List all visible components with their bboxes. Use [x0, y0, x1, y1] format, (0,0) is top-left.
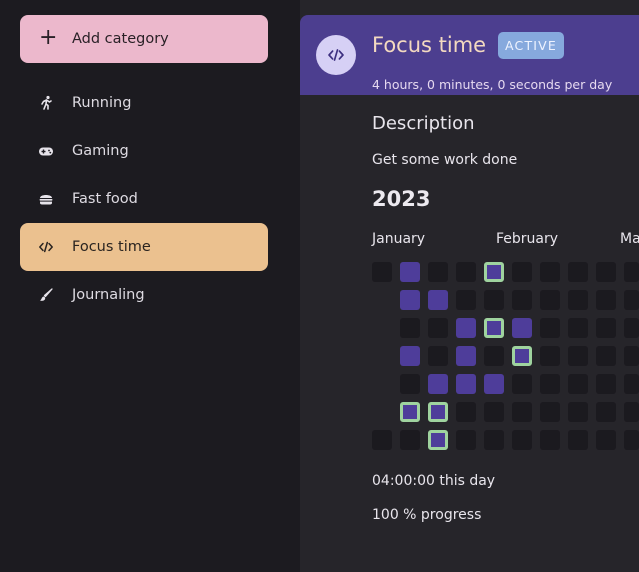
calendar-day-cell[interactable] [400, 374, 420, 394]
add-category-button[interactable]: + Add category [20, 15, 268, 63]
month-label-january: January [372, 231, 426, 247]
calendar-day-cell[interactable] [596, 346, 616, 366]
calendar-day-cell[interactable] [568, 318, 588, 338]
sidebar-item-label: Running [72, 95, 132, 111]
calendar-day-cell[interactable] [456, 346, 476, 366]
calendar-day-cell[interactable] [540, 318, 560, 338]
calendar-day-cell[interactable] [596, 290, 616, 310]
sidebar-item-gaming[interactable]: Gaming [20, 127, 268, 175]
calendar-day-cell[interactable] [596, 402, 616, 422]
calendar-day-cell[interactable] [484, 290, 504, 310]
category-header: Focus time ACTIVE 4 hours, 0 minutes, 0 … [300, 15, 639, 95]
sidebar: + Add category Running Gaming Fast food … [0, 0, 300, 572]
calendar-day-cell[interactable] [372, 430, 392, 450]
calendar-day-cell[interactable] [512, 318, 532, 338]
sidebar-item-label: Journaling [72, 287, 145, 303]
brush-icon [38, 287, 54, 303]
calendar-day-cell[interactable] [624, 402, 639, 422]
time-today: 04:00:00 this day [372, 473, 496, 489]
calendar-day-cell[interactable] [540, 262, 560, 282]
calendar-day-cell[interactable] [512, 262, 532, 282]
calendar-day-cell[interactable] [484, 402, 504, 422]
calendar-day-cell[interactable] [540, 374, 560, 394]
calendar-day-cell[interactable] [400, 430, 420, 450]
calendar-day-cell[interactable] [400, 402, 420, 422]
calendar-day-cell[interactable] [456, 374, 476, 394]
description-text: Get some work done [372, 152, 518, 168]
calendar-day-cell[interactable] [400, 346, 420, 366]
progress-text: 100 % progress [372, 507, 482, 523]
calendar-day-cell[interactable] [624, 430, 639, 450]
calendar-day-cell[interactable] [512, 290, 532, 310]
status-badge: ACTIVE [498, 32, 564, 59]
calendar-day-cell[interactable] [372, 262, 392, 282]
calendar-day-cell[interactable] [540, 290, 560, 310]
calendar-day-cell[interactable] [624, 290, 639, 310]
calendar-day-cell[interactable] [540, 430, 560, 450]
calendar-day-cell[interactable] [484, 430, 504, 450]
goal-subtitle: 4 hours, 0 minutes, 0 seconds per day [372, 77, 613, 92]
sidebar-item-label: Focus time [72, 239, 151, 255]
calendar-day-cell[interactable] [568, 430, 588, 450]
calendar-day-cell[interactable] [540, 402, 560, 422]
calendar-day-cell[interactable] [484, 374, 504, 394]
calendar-day-cell[interactable] [428, 262, 448, 282]
plus-icon: + [39, 25, 58, 50]
calendar-day-cell[interactable] [484, 318, 504, 338]
month-label-march: Ma [620, 231, 639, 247]
sidebar-item-fast-food[interactable]: Fast food [20, 175, 268, 223]
calendar-day-cell[interactable] [568, 374, 588, 394]
page-title: Focus time [372, 33, 487, 57]
add-category-label: Add category [72, 31, 169, 47]
calendar-day-cell[interactable] [484, 346, 504, 366]
calendar-day-cell[interactable] [596, 430, 616, 450]
calendar-day-cell[interactable] [428, 290, 448, 310]
calendar-day-cell[interactable] [456, 262, 476, 282]
sidebar-item-label: Gaming [72, 143, 129, 159]
calendar-day-cell[interactable] [428, 430, 448, 450]
calendar-day-cell[interactable] [428, 318, 448, 338]
description-heading: Description [372, 113, 475, 134]
calendar-day-cell[interactable] [596, 318, 616, 338]
calendar-day-cell[interactable] [624, 262, 639, 282]
calendar-day-cell[interactable] [484, 262, 504, 282]
calendar-day-cell[interactable] [400, 318, 420, 338]
calendar-day-cell[interactable] [512, 402, 532, 422]
sidebar-item-focus-time[interactable]: Focus time [20, 223, 268, 271]
calendar-year: 2023 [372, 187, 431, 211]
code-icon [316, 35, 356, 75]
calendar-day-cell[interactable] [568, 346, 588, 366]
calendar-day-cell[interactable] [568, 402, 588, 422]
calendar-day-cell[interactable] [400, 262, 420, 282]
code-icon [38, 239, 54, 255]
calendar-day-cell[interactable] [456, 430, 476, 450]
calendar-day-cell[interactable] [512, 346, 532, 366]
sidebar-item-journaling[interactable]: Journaling [20, 271, 268, 319]
calendar-day-cell[interactable] [568, 290, 588, 310]
calendar-day-cell[interactable] [512, 430, 532, 450]
running-icon [38, 95, 54, 111]
calendar-day-cell[interactable] [400, 290, 420, 310]
month-label-february: February [496, 231, 559, 247]
calendar-day-cell[interactable] [624, 346, 639, 366]
calendar-day-cell[interactable] [596, 262, 616, 282]
calendar-day-cell[interactable] [456, 402, 476, 422]
gamepad-icon [38, 143, 54, 159]
calendar-day-cell[interactable] [456, 290, 476, 310]
calendar-day-cell[interactable] [428, 374, 448, 394]
calendar-day-cell[interactable] [428, 346, 448, 366]
calendar-day-cell[interactable] [456, 318, 476, 338]
calendar-day-cell[interactable] [512, 374, 532, 394]
calendar-day-cell[interactable] [624, 318, 639, 338]
sidebar-item-label: Fast food [72, 191, 138, 207]
sidebar-item-running[interactable]: Running [20, 79, 268, 127]
burger-icon [38, 191, 54, 207]
calendar-day-cell[interactable] [624, 374, 639, 394]
calendar-day-cell[interactable] [540, 346, 560, 366]
calendar-day-cell[interactable] [428, 402, 448, 422]
calendar-day-cell[interactable] [596, 374, 616, 394]
calendar-day-cell[interactable] [568, 262, 588, 282]
